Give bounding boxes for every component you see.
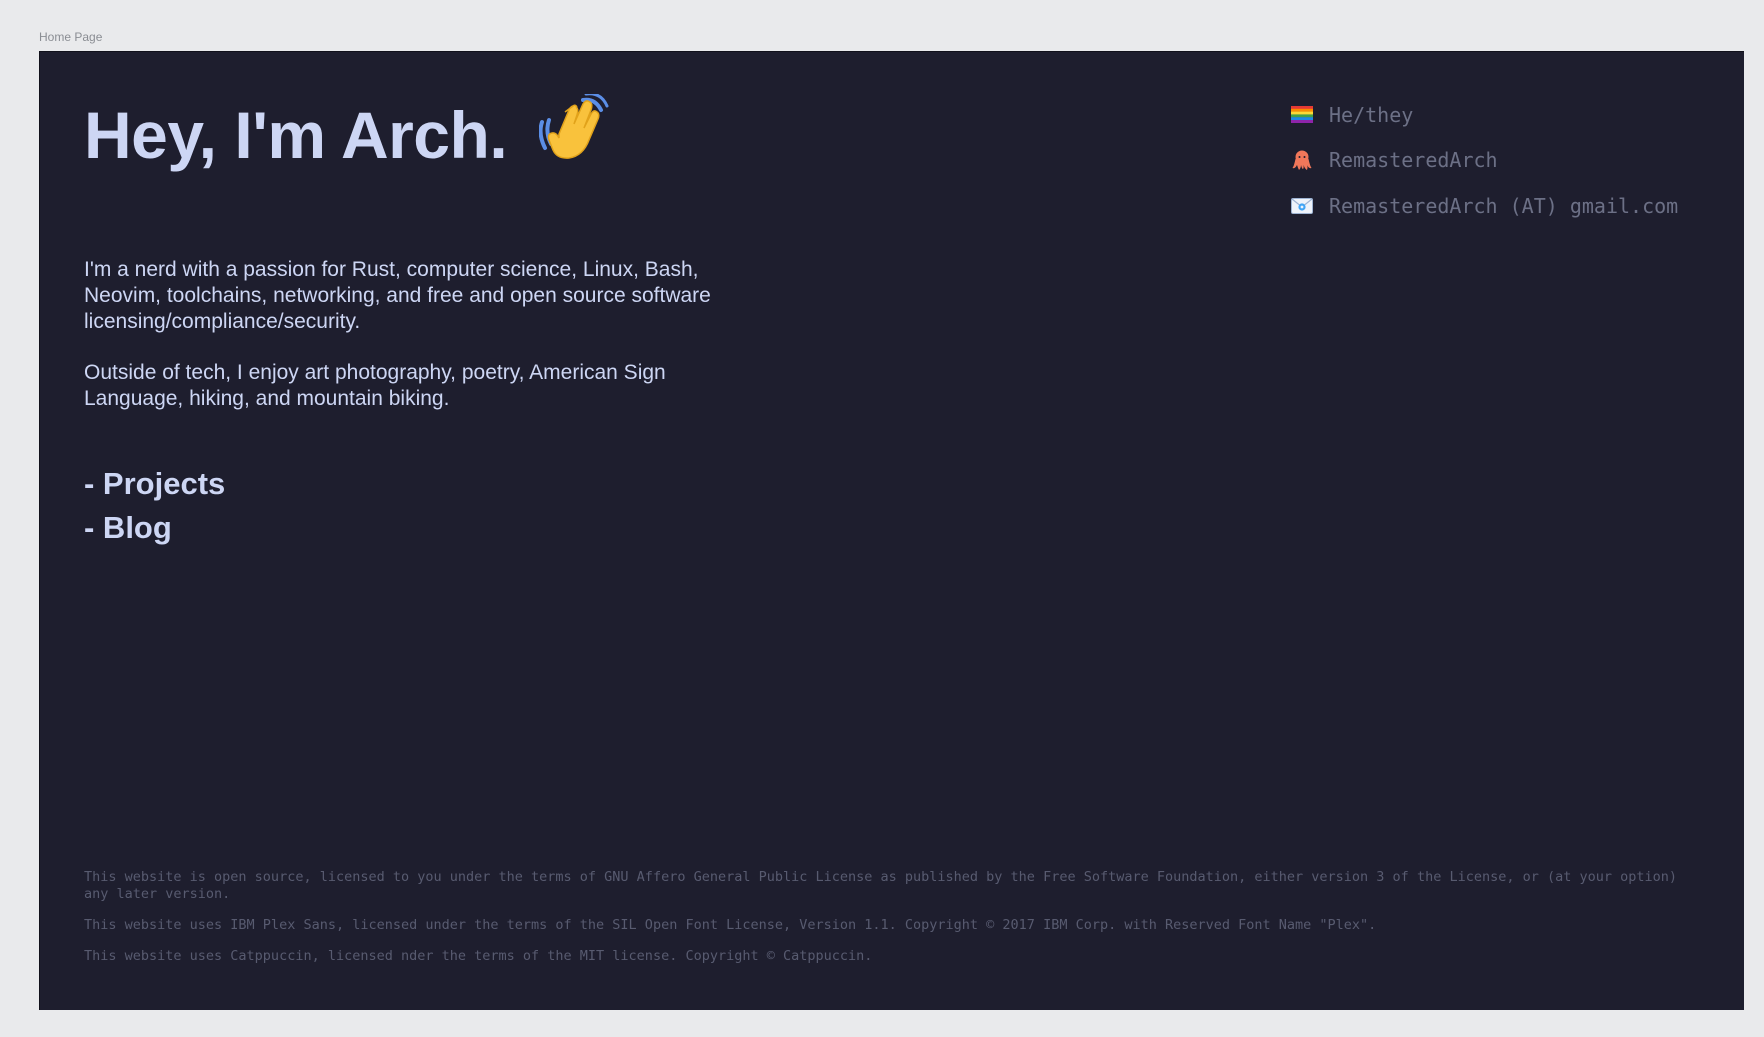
- contact-github: RemasteredArch: [1290, 138, 1678, 184]
- contact-list: He/they RemasteredArch RemasteredArch (A…: [1290, 92, 1678, 229]
- footer-theme-notice: This website uses Catppuccin, licensed n…: [84, 948, 873, 964]
- footer-license-notice: This website is open source, licensed to…: [84, 869, 1678, 902]
- envelope-icon: [1290, 194, 1314, 218]
- nav-link-projects[interactable]: - Projects: [84, 462, 225, 506]
- octopus-icon: [1290, 148, 1314, 172]
- main-nav: - Projects - Blog: [84, 462, 225, 550]
- pronouns-text: He/they: [1329, 102, 1414, 127]
- github-link[interactable]: RemasteredArch: [1329, 148, 1498, 172]
- bio: I'm a nerd with a passion for Rust, comp…: [84, 257, 764, 437]
- bio-paragraph-hobbies: Outside of tech, I enjoy art photography…: [84, 361, 666, 410]
- page-title-text: Hey, I'm Arch.: [84, 98, 508, 172]
- email-text[interactable]: RemasteredArch (AT) gmail.com: [1329, 194, 1678, 218]
- rainbow-flag-icon: [1290, 103, 1314, 127]
- waving-hand-icon: [538, 92, 609, 179]
- bio-paragraph-tech: I'm a nerd with a passion for Rust, comp…: [84, 258, 711, 333]
- contact-pronouns: He/they: [1290, 92, 1678, 138]
- contact-email: RemasteredArch (AT) gmail.com: [1290, 183, 1678, 229]
- home-page-frame: Hey, I'm Arch. I'm a nerd with a passion…: [39, 51, 1744, 1010]
- frame-label: Home Page: [39, 30, 103, 44]
- page-title: Hey, I'm Arch.: [84, 92, 609, 179]
- footer: This website is open source, licensed to…: [84, 869, 1704, 979]
- footer-font-notice: This website uses IBM Plex Sans, license…: [84, 917, 1377, 933]
- nav-link-blog[interactable]: - Blog: [84, 506, 225, 550]
